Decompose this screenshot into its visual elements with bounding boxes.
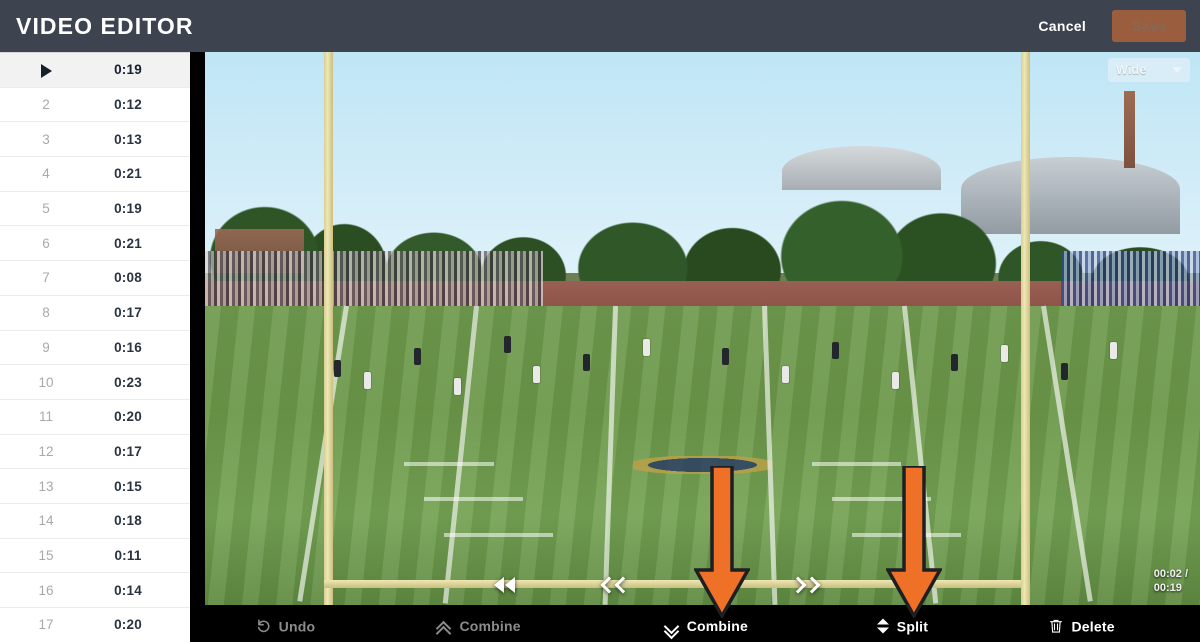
clip-index: 13: [38, 478, 54, 494]
aspect-ratio-label: Wide: [1116, 63, 1147, 77]
clip-row[interactable]: 5 0:19: [0, 191, 190, 227]
clip-index: 10: [38, 374, 54, 390]
chevron-double-right-icon-2: [803, 576, 821, 594]
clip-duration: 0:19: [114, 201, 142, 217]
toolbar-item-label: Combine: [459, 618, 521, 634]
app-header: VIDEO EDITOR Cancel Save: [0, 0, 1200, 52]
toolbar-item-label: Delete: [1071, 618, 1115, 634]
goal-post-right: [1020, 52, 1030, 605]
clip-row[interactable]: 9 0:16: [0, 330, 190, 366]
clip-index: 15: [38, 547, 54, 563]
step-back-button[interactable]: [600, 576, 632, 594]
delete-button[interactable]: Delete: [1049, 619, 1115, 634]
rewind-solid-icon-2: [504, 577, 515, 593]
clip-row[interactable]: 13 0:15: [0, 469, 190, 504]
clip-duration: 0:08: [114, 270, 142, 286]
clip-duration: 0:15: [114, 478, 142, 494]
arrow-pointing-to-combine: [694, 466, 750, 618]
clip-index: 11: [38, 409, 53, 425]
split-button[interactable]: Split: [876, 618, 929, 634]
clip-play-indicator: [0, 62, 92, 78]
cancel-button[interactable]: Cancel: [1026, 12, 1098, 40]
clip-duration: 0:20: [114, 617, 142, 633]
clip-row[interactable]: 14 0:18: [0, 503, 190, 539]
clip-index: 14: [38, 513, 54, 529]
play-icon: [40, 63, 52, 78]
clip-row[interactable]: 6 0:21: [0, 226, 190, 262]
goal-post-left: [324, 52, 334, 605]
clip-index: 9: [42, 339, 50, 355]
clip-duration: 0:17: [114, 305, 142, 321]
clip-index: 3: [42, 131, 50, 147]
clip-index: 2: [42, 97, 50, 113]
clip-index: 17: [38, 617, 54, 633]
clip-row[interactable]: 0:19: [0, 53, 190, 88]
split-icon: [876, 618, 889, 634]
rewind-button[interactable]: [493, 577, 515, 593]
clip-duration: 0:23: [114, 374, 142, 390]
save-button[interactable]: Save: [1112, 10, 1186, 42]
toolbar-item-label: Split: [896, 618, 929, 634]
clip-row[interactable]: 7 0:08: [0, 261, 190, 296]
clip-row[interactable]: 10 0:23: [0, 365, 190, 400]
clip-duration: 0:20: [114, 409, 142, 425]
clip-row[interactable]: 17 0:20: [0, 608, 190, 642]
arrow-down-icon: [886, 466, 942, 618]
clip-index: 4: [42, 166, 50, 182]
clip-index: 7: [42, 270, 50, 286]
clip-index: 16: [38, 582, 54, 598]
clip-index: 8: [42, 305, 50, 321]
rewind-solid-icon: [493, 577, 504, 593]
page-title: VIDEO EDITOR: [16, 12, 194, 39]
clip-list-sidebar[interactable]: 0:19 2 0:12 3 0:13 4 0:21 5 0:19 6 0:21 7 0:08 8 0:17 9…: [0, 52, 190, 642]
clip-duration: 0:16: [114, 339, 142, 355]
arrow-pointing-to-split: [886, 466, 942, 618]
clip-row[interactable]: 15 0:11: [0, 538, 190, 574]
clip-duration: 0:21: [114, 235, 142, 251]
chevron-double-left-icon-2: [614, 576, 632, 594]
clip-row[interactable]: 16 0:14: [0, 573, 190, 608]
clip-duration: 0:13: [114, 131, 142, 147]
clip-duration: 0:17: [114, 443, 142, 459]
clip-index: 6: [42, 235, 50, 251]
clip-index: 12: [38, 443, 54, 459]
clip-row[interactable]: 12 0:17: [0, 434, 190, 470]
clip-duration: 0:12: [114, 97, 142, 113]
chevron-double-up-icon: [436, 620, 452, 641]
clip-duration: 0:14: [114, 582, 142, 598]
clip-duration: 0:21: [114, 166, 142, 182]
clip-duration: 0:18: [114, 513, 142, 529]
clip-row[interactable]: 3 0:13: [0, 122, 190, 158]
clip-duration: 0:11: [114, 547, 142, 563]
clip-duration: 0:19: [114, 62, 142, 78]
clip-row[interactable]: 2 0:12: [0, 87, 190, 123]
chevron-double-down-icon: [663, 618, 679, 639]
clip-row[interactable]: 4 0:21: [0, 157, 190, 192]
undo-button[interactable]: Undo: [256, 619, 316, 634]
clip-row[interactable]: 11 0:20: [0, 399, 190, 435]
video-editor-app: VIDEO EDITOR Cancel Save 0:19 2 0:12 3 0:13 4…: [0, 0, 1200, 642]
combine-down-button[interactable]: Combine: [663, 618, 748, 639]
combine-up-button[interactable]: Combine: [436, 618, 521, 641]
chevron-down-icon: [1172, 67, 1182, 73]
clip-index: 5: [42, 201, 50, 217]
arrow-down-icon: [694, 466, 750, 618]
aspect-ratio-select[interactable]: Wide: [1108, 58, 1190, 82]
step-forward-button[interactable]: [789, 576, 821, 594]
toolbar-item-label: Undo: [278, 618, 316, 634]
undo-icon: [256, 619, 271, 634]
toolbar-item-label: Combine: [686, 618, 748, 634]
clip-row[interactable]: 8 0:17: [0, 295, 190, 331]
trash-icon: [1049, 619, 1064, 634]
header-actions: Cancel Save: [1026, 10, 1200, 42]
video-scene-chimney: [1124, 90, 1136, 169]
